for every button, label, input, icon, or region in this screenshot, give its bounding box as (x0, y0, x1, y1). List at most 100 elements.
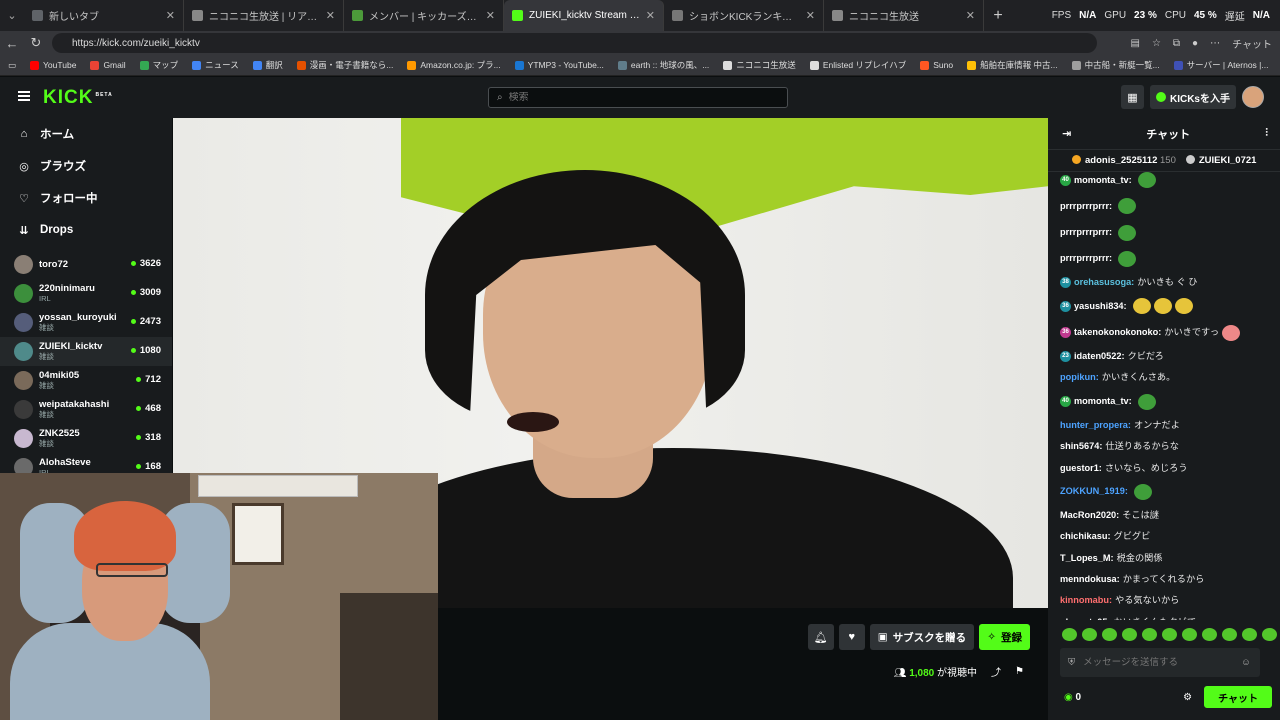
tab-close-icon[interactable]: ✕ (646, 9, 655, 22)
chat-username[interactable]: shin5674: (1060, 441, 1102, 452)
tab-close-icon[interactable]: ✕ (166, 9, 175, 22)
sidebar-channel[interactable]: weipatakahashi 雑談 468 (0, 395, 172, 424)
tab-close-icon[interactable]: ✕ (966, 9, 975, 22)
bookmark-item[interactable]: 漫画・電子書籍なら... (296, 59, 393, 71)
sidebar-nav-item[interactable]: ◎ ブラウズ (0, 150, 172, 182)
tab-close-icon[interactable]: ✕ (326, 9, 335, 22)
sidebar-channel[interactable]: 220ninimaru IRL 3009 (0, 279, 172, 308)
extension-icon[interactable]: ● (1192, 38, 1198, 49)
quick-emote-icon[interactable] (1122, 628, 1137, 641)
browser-tab[interactable]: ZUIEKI_kicktv Stream - Watch Live ✕ (504, 0, 664, 31)
sidebar-toggle-icon[interactable]: ▭ (8, 60, 16, 71)
tab-search-icon[interactable]: ⌄ (0, 0, 24, 31)
back-icon[interactable]: ← (0, 36, 24, 51)
quick-emote-icon[interactable] (1082, 628, 1097, 641)
sidebar-channel[interactable]: 04miki05 雑談 712 (0, 366, 172, 395)
chat-settings-gear-icon[interactable]: ⚙ (1183, 692, 1192, 703)
chat-users-icon[interactable]: ⫶ (1265, 127, 1268, 140)
bookmark-item[interactable]: マップ (139, 59, 178, 71)
sidebar-nav-item[interactable]: ⇊ Drops (0, 214, 172, 246)
chat-username[interactable]: T_Lopes_M: (1060, 553, 1114, 564)
quick-emote-icon[interactable] (1202, 628, 1217, 641)
sidebar-nav-item[interactable]: ♡ フォロー中 (0, 182, 172, 214)
sidebar-nav-item[interactable]: ⌂ ホーム (0, 118, 172, 150)
chat-username[interactable]: takenokonokonoko: (1074, 327, 1161, 338)
tab-close-icon[interactable]: ✕ (486, 9, 495, 22)
chat-username[interactable]: menndokusa: (1060, 574, 1120, 585)
browser-tab[interactable]: メンバー | キッカーズ公式サイト ✕ (344, 0, 504, 31)
bookmark-item[interactable]: サーバー | Aternos |... (1173, 59, 1268, 71)
browser-tab[interactable]: ショボンKICKランキング | Shobon Kick ✕ (664, 0, 824, 31)
bookmark-item[interactable]: 中古船・新艇一覧... (1071, 59, 1160, 71)
leaderboard-entry[interactable]: ZUIEKI_0721 (1185, 155, 1256, 166)
quick-emote-icon[interactable] (1182, 628, 1197, 641)
bookmark-item[interactable]: YTMP3 - YouTube... (514, 60, 604, 70)
reload-icon[interactable]: ↻ (24, 35, 48, 51)
chat-username[interactable]: ZOKKUN_1919: (1060, 486, 1128, 497)
copilot-button[interactable]: チャット (1232, 36, 1272, 51)
chat-username[interactable]: guestor1: (1060, 463, 1102, 474)
get-kicks-button[interactable]: KICKsを入手 (1149, 85, 1236, 109)
bookmark-item[interactable]: Suno (920, 60, 953, 70)
chat-username[interactable]: prrrprrrprrr: (1060, 253, 1112, 264)
favorite-heart-icon[interactable]: ♥ (838, 624, 865, 650)
read-mode-icon[interactable]: ▤ (1130, 38, 1139, 49)
follow-button[interactable]: ✧ 登録 (979, 624, 1030, 650)
bookmark-item[interactable]: ニュース (192, 59, 239, 71)
report-icon[interactable]: ⚑ (1015, 666, 1024, 677)
quick-emote-icon[interactable] (1222, 628, 1237, 641)
more-icon[interactable]: ⋯ (1210, 38, 1220, 49)
chat-username[interactable]: idaten0522: (1074, 351, 1125, 362)
chat-username[interactable]: MacRon2020: (1060, 510, 1119, 521)
bookmark-item[interactable]: YouTube (30, 60, 76, 70)
collapse-chat-icon[interactable]: ⇥ (1062, 127, 1071, 140)
browser-tab[interactable]: ニコニコ生放送 | リアルタイムランキング ✕ (184, 0, 344, 31)
user-avatar[interactable] (1242, 86, 1264, 108)
quick-emote-icon[interactable] (1102, 628, 1117, 641)
chat-input-box[interactable]: ⛨ ☺ (1060, 648, 1260, 677)
kick-logo[interactable]: KICK BETA (43, 87, 113, 109)
share-icon[interactable]: ⤴ (991, 664, 1001, 679)
kicks-balance[interactable]: ◉ 0 (1064, 692, 1081, 703)
browser-tab[interactable]: 新しいタブ ✕ (24, 0, 184, 31)
chat-username[interactable]: popikun: (1060, 372, 1099, 383)
search-box[interactable]: ⌕ (488, 87, 788, 108)
sidebar-channel[interactable]: ZUIEKI_kicktv 雑談 1080 (0, 337, 172, 366)
gift-subscription-button[interactable]: ▣ サブスクを贈る (869, 624, 975, 650)
chat-username[interactable]: yasushi834: (1074, 301, 1127, 312)
quick-emote-icon[interactable] (1142, 628, 1157, 641)
chat-username[interactable]: plasspts05: (1060, 617, 1111, 620)
chat-username[interactable]: momonta_tv: (1074, 396, 1132, 407)
leaderboard-entry[interactable]: adonis_2525112 150 (1072, 155, 1176, 166)
layout-icon[interactable]: ▦ (1120, 85, 1144, 109)
chat-username[interactable]: prrrprrrprrr: (1060, 227, 1112, 238)
tab-close-icon[interactable]: ✕ (806, 9, 815, 22)
chat-username[interactable]: chichikasu: (1060, 531, 1111, 542)
chat-username[interactable]: kinnomabu: (1060, 595, 1112, 606)
bookmark-item[interactable]: earth :: 地球の風、... (617, 59, 709, 71)
new-tab-button[interactable]: + (984, 7, 1012, 25)
quick-emote-icon[interactable] (1062, 628, 1077, 641)
quick-emote-icon[interactable] (1162, 628, 1177, 641)
bookmark-item[interactable]: 翻訳 (252, 59, 283, 71)
quick-emote-icon[interactable] (1242, 628, 1257, 641)
collections-icon[interactable]: ⧉ (1173, 38, 1180, 49)
bookmark-item[interactable]: Gmail (90, 60, 126, 70)
sidebar-channel[interactable]: ZNK2525 雑談 318 (0, 424, 172, 453)
bookmark-item[interactable]: ニコニコ生放送 (723, 59, 796, 71)
notification-bell-icon[interactable]: 🔔︎ (807, 624, 834, 650)
chat-username[interactable]: prrrprrrprrr: (1060, 201, 1112, 212)
menu-icon[interactable] (18, 91, 30, 101)
send-chat-button[interactable]: チャット (1204, 686, 1272, 708)
bookmark-item[interactable]: Enlisted リプレイハブ (809, 59, 906, 71)
chat-input[interactable] (1083, 657, 1234, 668)
chat-username[interactable]: orehasusoga: (1074, 277, 1134, 288)
chat-username[interactable]: momonta_tv: (1074, 175, 1132, 186)
bookmark-item[interactable]: Amazon.co.jp: プラ... (407, 59, 501, 71)
bookmark-star-icon[interactable]: ☆ (1152, 38, 1161, 49)
quick-emote-icon[interactable] (1262, 628, 1277, 641)
search-input[interactable] (508, 92, 759, 103)
bookmark-item[interactable]: 船舶在庫情報 中古... (967, 59, 1058, 71)
chat-username[interactable]: hunter_propera: (1060, 420, 1131, 431)
browser-tab[interactable]: ニコニコ生放送 ✕ (824, 0, 984, 31)
